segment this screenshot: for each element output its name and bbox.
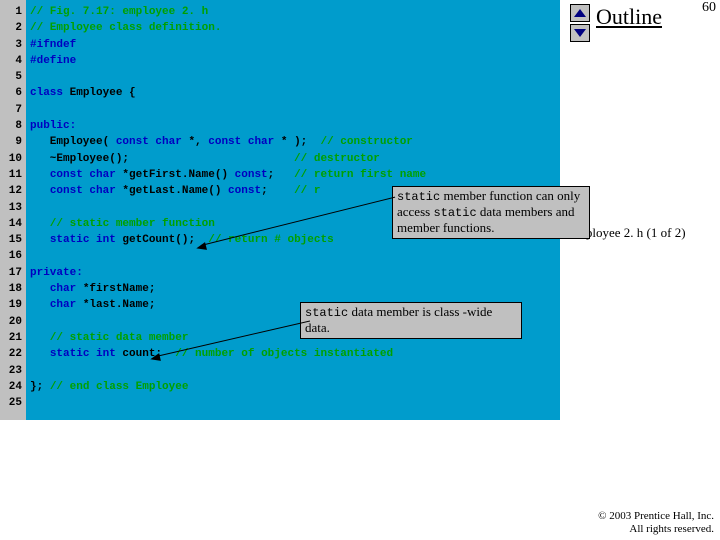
line-number: 3 [0,37,26,53]
line-number: 21 [0,330,26,346]
code-line: // static member function [30,218,215,230]
line-number: 4 [0,53,26,69]
callout-static-function: static member function can only access s… [392,186,590,239]
line-number: 8 [0,118,26,134]
code-line: public: [30,120,76,132]
code-line: #ifndef [30,39,76,51]
line-number: 25 [0,395,26,411]
code-line: private: [30,267,83,279]
page-number: 60 [702,0,716,16]
line-number: 10 [0,151,26,167]
nav-down-button[interactable] [570,24,590,42]
footer-line: © 2003 Prentice Hall, Inc. [598,510,714,522]
callout-static-data: static data member is class -wide data. [300,302,522,339]
line-number: 15 [0,232,26,248]
code-line: // Fig. 7.17: employee 2. h [30,6,208,18]
line-number: 16 [0,248,26,264]
code-term: static [305,306,348,320]
line-number: 23 [0,363,26,379]
nav-up-button[interactable] [570,4,590,22]
line-number: 6 [0,85,26,101]
line-number: 20 [0,314,26,330]
copyright-footer: © 2003 Prentice Hall, Inc. All rights re… [598,510,714,536]
line-number: 9 [0,134,26,150]
line-number: 22 [0,346,26,362]
chevron-up-icon [574,9,586,17]
line-number: 5 [0,69,26,85]
line-number: 7 [0,102,26,118]
code-line: // Employee class definition. [30,22,221,34]
line-number: 13 [0,200,26,216]
line-number: 24 [0,379,26,395]
line-number: 1 [0,4,26,20]
chevron-down-icon [574,29,586,37]
line-number: 17 [0,265,26,281]
code-term: static [397,190,440,204]
line-number: 12 [0,183,26,199]
line-number: 18 [0,281,26,297]
code-term: static [433,206,476,220]
footer-line: All rights reserved. [629,523,714,535]
line-number-gutter: 1 2 3 4 5 6 7 8 9 10 11 12 13 14 15 16 1… [0,0,26,420]
outline-heading: Outline [596,4,662,30]
line-number: 14 [0,216,26,232]
line-number: 2 [0,20,26,36]
code-line: // static data member [30,332,188,344]
line-number: 19 [0,297,26,313]
code-line: #define [30,55,76,67]
line-number: 11 [0,167,26,183]
